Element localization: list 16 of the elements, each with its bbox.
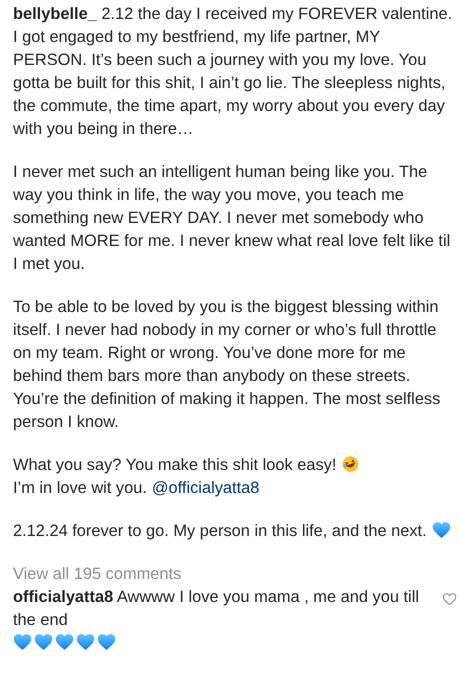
heart-icon: [55, 633, 74, 651]
like-heart-icon[interactable]: [442, 592, 457, 606]
laughing-emoji-icon: [341, 455, 360, 473]
heart-icon: [13, 633, 32, 651]
caption-text: I never met such an intelligent human being like you. The way you think in life, the way you move, you teach me something new EVERY DAY. I never met somebody who wanted MORE for me. I never knew what real love felt like til I met you.: [13, 163, 450, 273]
comment-text: officialyatta8 Awwww I love you mama , me and you till the end: [13, 587, 420, 631]
caption-text: What you say? You make this shit look easy!: [13, 455, 336, 476]
heart-icon: [97, 633, 116, 651]
heart-icon: [34, 633, 53, 651]
caption-text: 2.12.24 forever to go. My person in this life, and the next.: [13, 521, 427, 542]
caption-text: I’m in love wit you.: [13, 478, 147, 499]
caption-text: To be able to be loved by you is the biggest blessing within itself. I never had nobody in my corner or who’s full throttle on my team. Right or wrong. You’ve done more for me behind them bars more than anybody on these streets. You’re the definition of making it happen. The most selfless person I know.: [13, 298, 440, 431]
heart-icon: [432, 521, 451, 539]
mention-link[interactable]: @officialyatta8: [152, 477, 260, 500]
caption-text: bellybelle_ 2.12 the day I received my FOREVER valentine. I got engaged to my bestfriend, my life partner, MY PERSON. It’s been such a journey with you my love. You gotta be built for this shit, I ain’t go lie. The sleepless nights, the commute, the time apart, my worry about you every day with you being in there…: [13, 5, 452, 138]
heart-icon: [76, 633, 95, 651]
